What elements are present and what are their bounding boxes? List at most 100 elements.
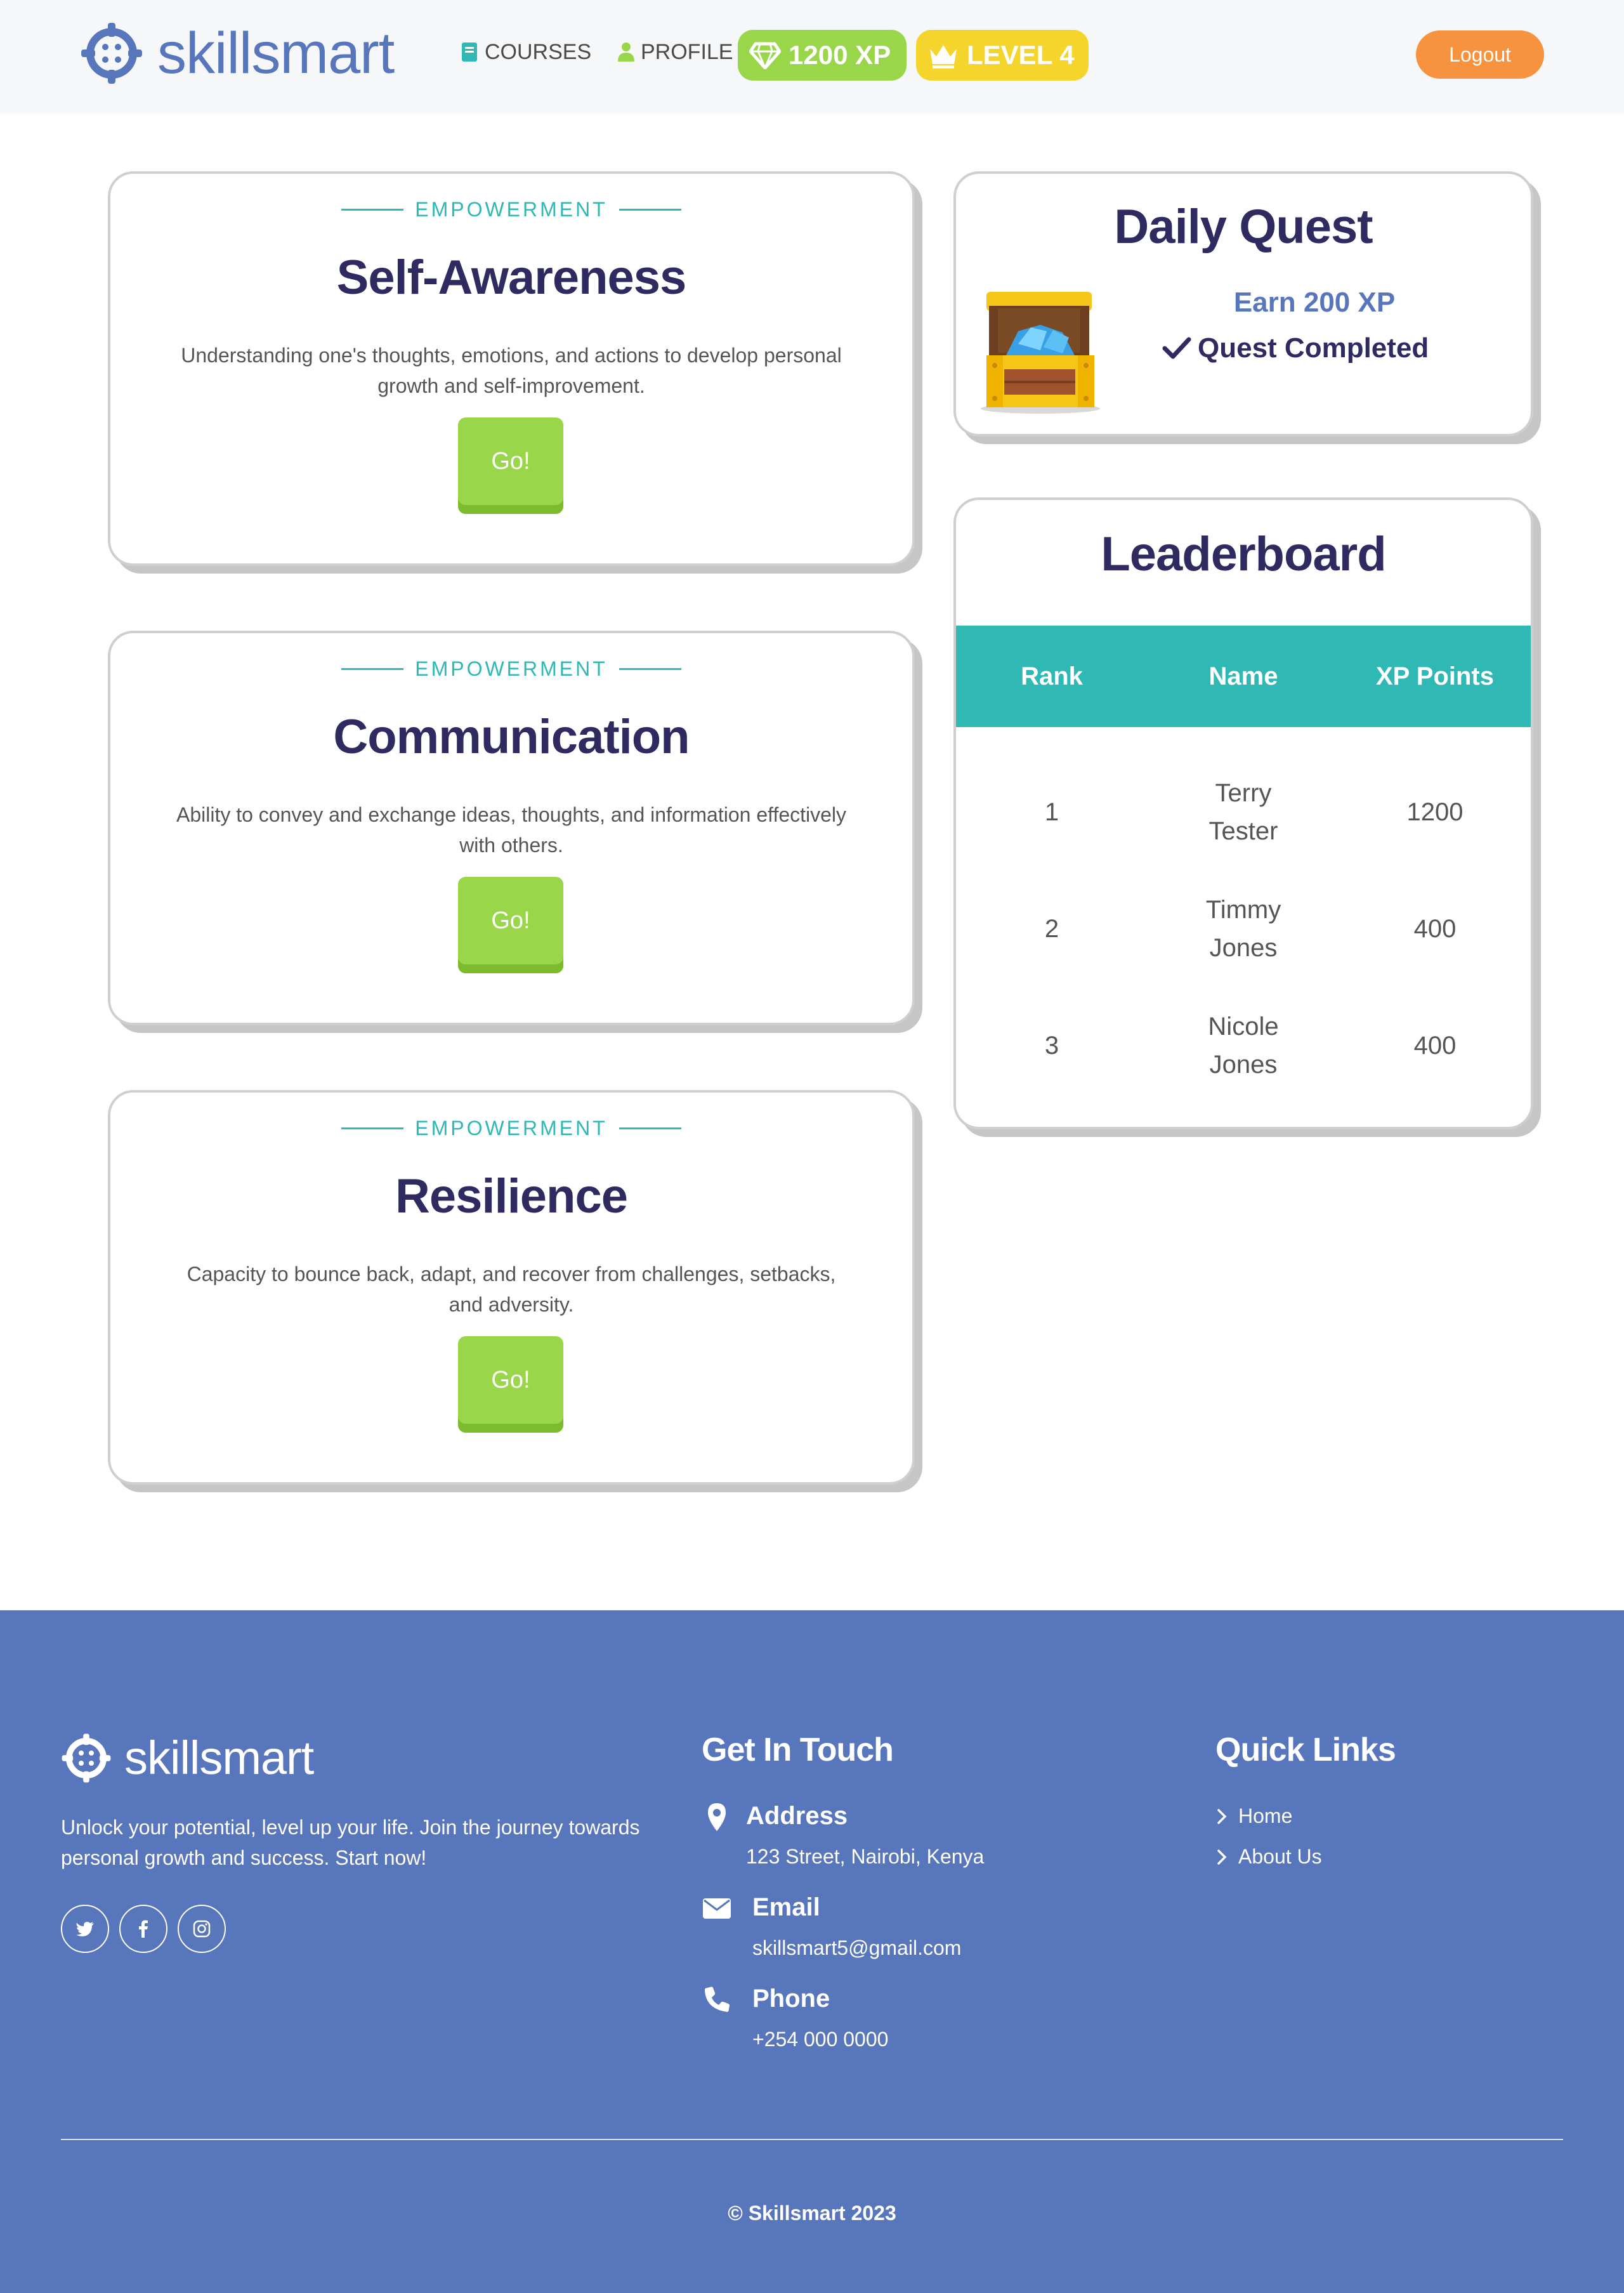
crosshair-logo-icon [62, 1733, 111, 1782]
divider [341, 1127, 404, 1129]
phone-icon [705, 1987, 730, 2012]
contact-heading: Get In Touch [702, 1731, 894, 1768]
rank-cell: 2 [1044, 915, 1059, 943]
envelope-icon [703, 1898, 731, 1919]
quest-goal: Earn 200 XP [1233, 287, 1396, 318]
table-row: 2 Timmy Jones 400 [956, 871, 1531, 987]
course-tag-label: EMPOWERMENT [415, 198, 608, 221]
footer-divider [61, 2139, 1563, 2140]
rank-cell: 1 [1044, 798, 1059, 826]
course-card-self-awareness: EMPOWERMENT Self-Awareness Understanding… [108, 171, 915, 566]
footer-tagline: Unlock your potential, level up your lif… [61, 1816, 640, 1869]
diamond-icon [749, 42, 781, 69]
course-description: Capacity to bounce back, adapt, and reco… [187, 1263, 836, 1316]
facebook-icon [139, 1920, 148, 1938]
divider [341, 668, 404, 670]
top-navbar: skillsmart COURSES PROFILE 1200 XP LEVEL… [0, 0, 1624, 111]
divider [619, 668, 681, 670]
xp-cell: 400 [1413, 915, 1457, 943]
footer-brand[interactable]: skillsmart [61, 1731, 314, 1785]
player-name: Timmy Jones [1205, 896, 1281, 962]
name-cell: Terry Tester [1148, 774, 1339, 850]
nav-profile-label: PROFILE [641, 39, 733, 64]
book-icon [462, 43, 477, 62]
xp-cell: 1200 [1406, 798, 1464, 826]
email-value[interactable]: skillsmart5@gmail.com [752, 1936, 961, 1960]
leaderboard-header-row: Rank Name XP Points [956, 626, 1531, 727]
quick-link-about[interactable]: About Us [1215, 1845, 1322, 1869]
quest-status: Quest Completed [1162, 332, 1429, 364]
course-title: Resilience [395, 1169, 628, 1223]
chevron-right-icon [1217, 1849, 1227, 1865]
facebook-link[interactable] [119, 1905, 167, 1953]
column-header-rank: Rank [1021, 662, 1083, 690]
rank-cell: 3 [1044, 1032, 1059, 1060]
crown-icon [930, 45, 957, 69]
nav-profile-link[interactable]: PROFILE [617, 38, 733, 66]
social-links [61, 1905, 236, 1953]
nav-courses-link[interactable]: COURSES [461, 38, 591, 66]
user-icon [618, 43, 634, 62]
table-row: 1 Terry Tester 1200 [956, 754, 1531, 871]
course-tag: EMPOWERMENT [110, 1117, 912, 1140]
address-value: 123 Street, Nairobi, Kenya [746, 1845, 985, 1868]
quick-links-heading: Quick Links [1215, 1731, 1396, 1768]
go-button[interactable]: Go! [458, 1336, 563, 1433]
name-cell: Timmy Jones [1148, 891, 1339, 967]
treasure-chest-icon [981, 292, 1100, 414]
quest-status-label: Quest Completed [1198, 332, 1429, 364]
copyright: © Skillsmart 2023 [728, 2202, 896, 2224]
crosshair-logo-icon [81, 23, 142, 84]
nav-courses-label: COURSES [485, 39, 592, 64]
leaderboard-card: Leaderboard Rank Name XP Points 1 Terry … [953, 497, 1533, 1129]
column-header-name: Name [1208, 662, 1278, 690]
course-tag: EMPOWERMENT [110, 198, 912, 221]
xp-badge-label: 1200 XP [789, 40, 891, 70]
course-description: Understanding one's thoughts, emotions, … [181, 344, 842, 397]
course-title: Communication [333, 710, 690, 764]
divider [619, 1127, 681, 1129]
logout-button[interactable]: Logout [1416, 30, 1544, 79]
name-cell: Nicole Jones [1148, 1008, 1339, 1084]
go-button[interactable]: Go! [458, 417, 563, 514]
player-name: Terry Tester [1208, 779, 1278, 845]
course-tag: EMPOWERMENT [110, 657, 912, 681]
xp-cell: 400 [1413, 1032, 1457, 1060]
player-name: Nicole Jones [1208, 1013, 1279, 1079]
course-tag-label: EMPOWERMENT [415, 657, 608, 680]
instagram-link[interactable] [178, 1905, 226, 1953]
address-label: Address [746, 1802, 848, 1830]
email-label: Email [752, 1893, 820, 1921]
column-header-xp: XP Points [1376, 662, 1494, 690]
brand-name: skillsmart [157, 21, 395, 86]
twitter-link[interactable] [61, 1905, 109, 1953]
course-card-resilience: EMPOWERMENT Resilience Capacity to bounc… [108, 1090, 915, 1485]
course-card-communication: EMPOWERMENT Communication Ability to con… [108, 631, 915, 1025]
phone-value[interactable]: +254 000 0000 [752, 2028, 888, 2051]
daily-quest-card: Daily Quest Earn 200 XP Quest Completed [953, 171, 1533, 437]
quest-title: Daily Quest [1114, 200, 1373, 254]
footer: skillsmart Unlock your potential, level … [0, 1610, 1624, 2293]
go-button[interactable]: Go! [458, 877, 563, 973]
quick-link-home[interactable]: Home [1215, 1804, 1292, 1828]
quick-link-label: Home [1238, 1804, 1293, 1827]
twitter-icon [76, 1922, 94, 1936]
divider [619, 209, 681, 211]
phone-label: Phone [752, 1985, 830, 2013]
check-icon [1162, 337, 1191, 359]
xp-badge: 1200 XP [738, 30, 907, 81]
level-badge: LEVEL 4 [916, 30, 1089, 81]
instagram-icon [193, 1920, 211, 1938]
leaderboard-title: Leaderboard [1101, 527, 1386, 581]
footer-brand-name: skillsmart [124, 1731, 314, 1784]
course-tag-label: EMPOWERMENT [415, 1117, 608, 1140]
divider [341, 209, 404, 211]
table-row: 3 Nicole Jones 400 [956, 987, 1531, 1104]
course-title: Self-Awareness [336, 251, 687, 305]
brand-logo[interactable]: skillsmart [80, 21, 395, 86]
level-badge-label: LEVEL 4 [967, 40, 1075, 70]
course-description: Ability to convey and exchange ideas, th… [176, 803, 847, 857]
chevron-right-icon [1217, 1808, 1227, 1824]
quick-link-label: About Us [1238, 1845, 1322, 1868]
map-pin-icon [708, 1803, 726, 1831]
